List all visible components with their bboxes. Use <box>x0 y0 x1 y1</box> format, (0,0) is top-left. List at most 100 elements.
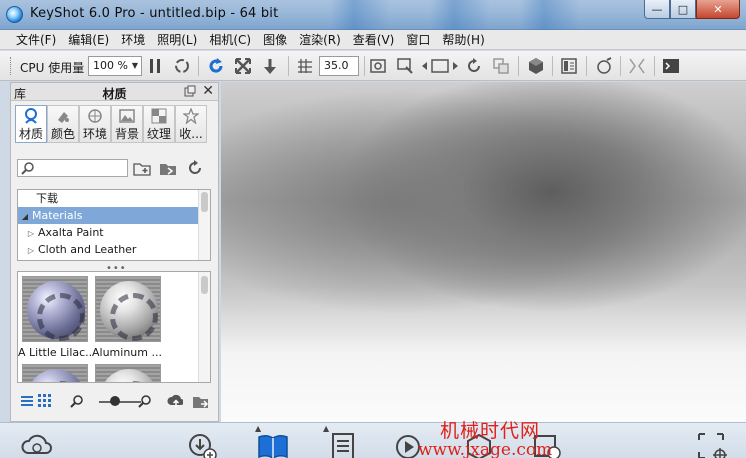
texture-tab-icon <box>151 108 167 124</box>
pause-icon[interactable] <box>146 57 164 75</box>
tab-materials[interactable]: 材质 <box>15 105 47 143</box>
toolbar-separator <box>288 56 289 76</box>
material-thumbnail[interactable] <box>22 276 88 342</box>
copy-icon[interactable] <box>492 57 510 75</box>
tab-environments[interactable]: 环境 <box>79 105 111 143</box>
refresh-library-icon[interactable] <box>186 159 204 177</box>
material-tab-icon <box>25 108 37 124</box>
menu-file[interactable]: 文件(F) <box>10 30 62 49</box>
export-folder-icon[interactable] <box>192 393 208 409</box>
reset-icon[interactable] <box>465 57 483 75</box>
layout-icon[interactable] <box>560 57 578 75</box>
zoom-in-icon[interactable] <box>137 393 153 409</box>
menu-edit[interactable]: 编辑(E) <box>62 30 115 49</box>
tree-item-axalta-paint[interactable]: ▷ Axalta Paint <box>18 224 198 241</box>
render-viewport[interactable] <box>221 82 746 422</box>
import-folder-icon[interactable] <box>159 159 177 177</box>
maximize-button[interactable]: □ <box>670 0 696 19</box>
project-icon[interactable] <box>325 429 359 458</box>
toolbar-separator <box>198 56 199 76</box>
collapse-arrow-icon: ▷ <box>27 229 35 238</box>
console-icon[interactable] <box>662 57 680 75</box>
toolbar-grip[interactable] <box>10 57 13 75</box>
app-logo-icon <box>6 6 23 23</box>
material-icon[interactable] <box>527 57 545 75</box>
cpu-usage-select[interactable]: 100 % ▼ <box>88 56 142 76</box>
close-button[interactable]: ✕ <box>696 0 740 19</box>
float-panel-icon[interactable] <box>184 85 196 97</box>
menu-view[interactable]: 查看(V) <box>347 30 401 49</box>
material-preview <box>100 281 158 341</box>
cpu-usage-value: 100 % <box>93 59 128 72</box>
scrollbar-thumb[interactable] <box>201 192 208 212</box>
cloud-library-icon[interactable] <box>20 429 54 458</box>
render-region-icon[interactable] <box>396 57 414 75</box>
library-icon[interactable] <box>256 429 290 458</box>
tab-textures[interactable]: 纹理 <box>143 105 175 143</box>
close-panel-icon[interactable]: ✕ <box>202 83 214 99</box>
menu-environment[interactable]: 环境 <box>115 30 151 49</box>
tab-favorites[interactable]: 收... <box>175 105 207 143</box>
keyshot-window: KeyShot 6.0 Pro - untitled.bip - 64 bit … <box>0 0 746 458</box>
add-folder-icon[interactable] <box>133 159 151 177</box>
toolbar-separator <box>552 56 553 76</box>
grid-scrollbar[interactable] <box>198 272 210 382</box>
material-thumbnail[interactable] <box>95 364 161 382</box>
menu-render[interactable]: 渲染(R) <box>293 30 347 49</box>
favorites-tab-icon <box>183 108 199 124</box>
search-input[interactable] <box>17 159 128 177</box>
toolbar-separator <box>620 56 621 76</box>
toolbar-separator <box>586 56 587 76</box>
spin-icon[interactable] <box>173 57 191 75</box>
menu-image[interactable]: 图像 <box>257 30 293 49</box>
tab-label: 材质 <box>18 127 43 141</box>
thumbnail-size-slider[interactable] <box>99 401 141 403</box>
grid-view-icon[interactable] <box>37 393 53 409</box>
material-thumbnail[interactable] <box>95 276 161 342</box>
fit-view-icon[interactable] <box>234 57 252 75</box>
screenshot-icon[interactable] <box>369 57 387 75</box>
chevron-down-icon: ▼ <box>131 61 138 70</box>
animation-icon[interactable] <box>595 57 613 75</box>
material-label: A Little Lilac... <box>18 346 92 359</box>
tab-label: 颜色 <box>50 127 75 141</box>
slider-handle[interactable] <box>110 396 120 406</box>
down-arrow-icon[interactable] <box>261 57 279 75</box>
minimize-button[interactable]: — <box>644 0 670 19</box>
bottom-ribbon: ▲ ▲ <box>0 422 746 458</box>
grid-icon[interactable] <box>296 57 314 75</box>
menu-help[interactable]: 帮助(H) <box>436 30 490 49</box>
menu-window[interactable]: 窗口 <box>400 30 436 49</box>
import-icon[interactable] <box>186 429 220 458</box>
tab-backgrounds[interactable]: 背景 <box>111 105 143 143</box>
library-tabs: 材质 颜色 环境 背景 纹理 收... <box>15 105 215 143</box>
main-toolbar: CPU 使用量 100 % ▼ 35.0 <box>0 51 746 81</box>
tree-item-materials[interactable]: ◢ Materials <box>18 207 198 224</box>
menu-lighting[interactable]: 照明(L) <box>151 30 203 49</box>
material-thumbnail[interactable] <box>22 364 88 382</box>
tree-item-downloads[interactable]: 下载 <box>18 190 198 207</box>
titlebar-decoration <box>430 0 490 30</box>
material-preview <box>27 369 85 382</box>
camera-prev-icon[interactable] <box>420 57 460 75</box>
split-icon[interactable] <box>628 57 646 75</box>
scrollbar-thumb[interactable] <box>201 276 208 294</box>
screenshot-icon[interactable] <box>696 429 730 458</box>
upload-icon[interactable] <box>167 393 183 409</box>
tree-item-cloth-leather[interactable]: ▷ Cloth and Leather <box>18 241 198 258</box>
tab-colors[interactable]: 颜色 <box>47 105 79 143</box>
menu-camera[interactable]: 相机(C) <box>203 30 257 49</box>
material-grid: A Little Lilac... Aluminum ... <box>17 271 211 383</box>
field-of-view-input[interactable]: 35.0 <box>319 56 359 76</box>
list-view-icon[interactable] <box>19 393 35 409</box>
tree-scrollbar[interactable] <box>198 190 210 260</box>
collapse-arrow-icon: ▷ <box>27 246 35 255</box>
menu-bar: 文件(F) 编辑(E) 环境 照明(L) 相机(C) 图像 渲染(R) 查看(V… <box>0 30 746 50</box>
material-label: Aluminum ... <box>92 346 162 359</box>
tab-label: 收... <box>179 127 203 141</box>
material-preview <box>27 281 85 341</box>
toolbar-separator <box>654 56 655 76</box>
zoom-out-icon[interactable] <box>69 393 85 409</box>
tab-label: 环境 <box>82 127 107 141</box>
refresh-icon[interactable] <box>207 57 225 75</box>
